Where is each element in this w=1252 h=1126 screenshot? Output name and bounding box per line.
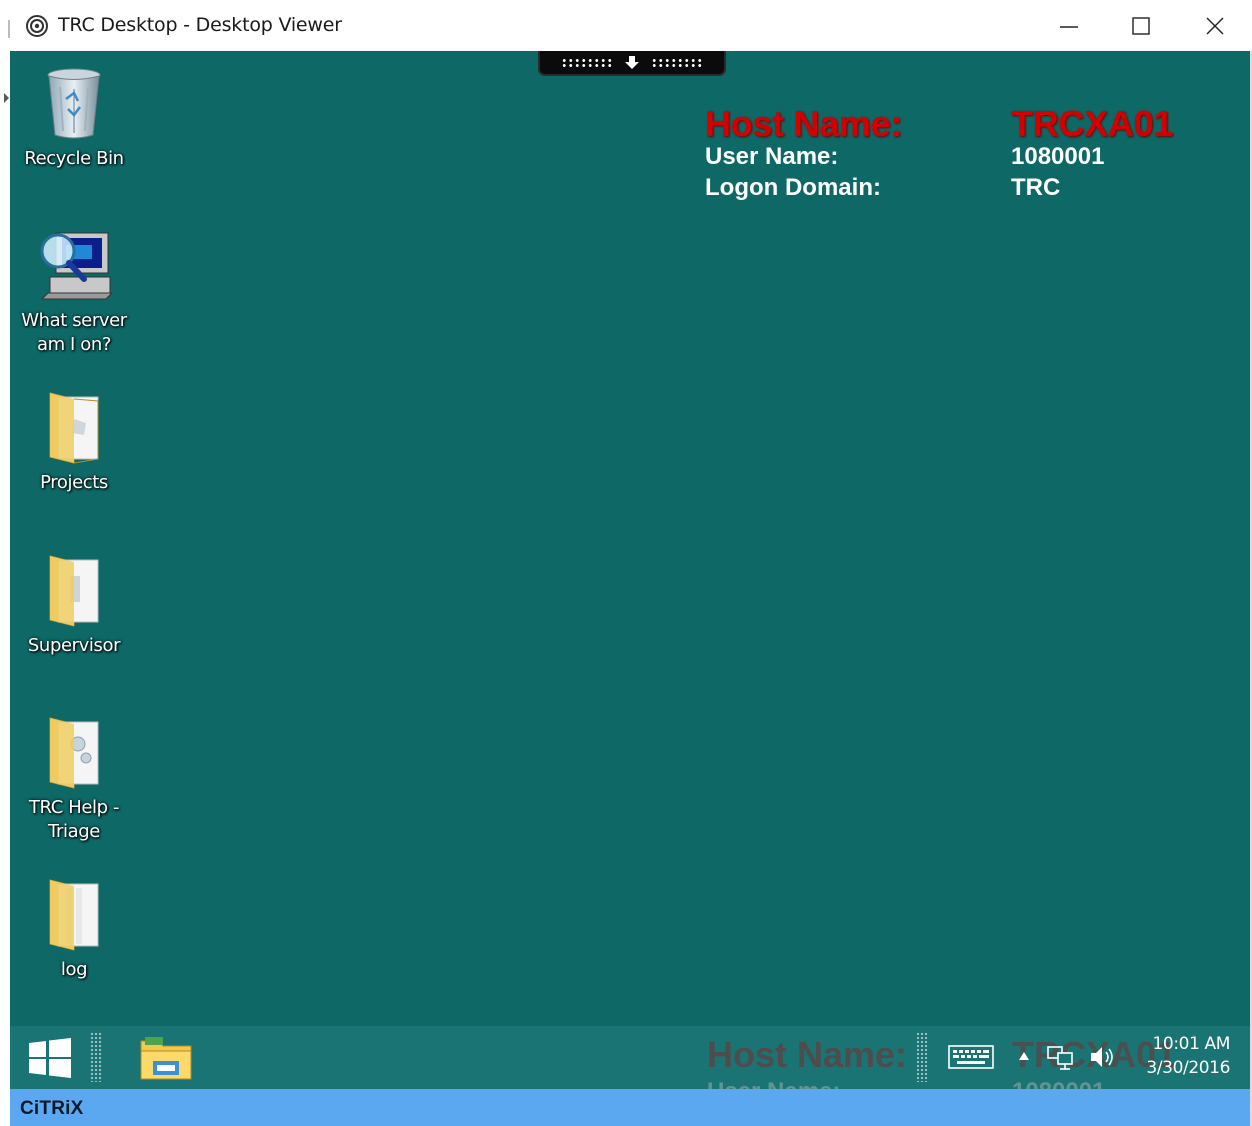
taskbar-file-explorer[interactable]: [130, 1030, 202, 1086]
desktop-icon-label: Recycle Bin: [24, 148, 124, 169]
taskbar[interactable]: Host Name: TRCXA01 User Name: 1080001 10…: [10, 1026, 1250, 1089]
window-edge: [8, 20, 10, 38]
close-button[interactable]: [1186, 0, 1244, 51]
desktop-icon-label: What server am I on?: [21, 310, 127, 355]
host-name-value: TRCXA01: [1011, 103, 1173, 144]
touch-keyboard-button[interactable]: [945, 1042, 997, 1072]
title-bar[interactable]: TRC Desktop - Desktop Viewer: [0, 0, 1252, 51]
user-name-value: 1080001: [1011, 143, 1105, 170]
taskbar-clock[interactable]: 10:01 AM 3/30/2016: [1130, 1032, 1230, 1080]
clock-time: 10:01 AM: [1152, 1034, 1231, 1054]
down-arrow-icon: [625, 55, 639, 69]
logon-domain-label: Logon Domain:: [705, 174, 881, 201]
clock-date: 3/30/2016: [1146, 1058, 1230, 1078]
bginfo-user-row: User Name: 1080001: [705, 143, 1225, 174]
citrix-logo: CiTRiX: [20, 1098, 84, 1119]
desktop-icon-label: TRC Help - Triage: [28, 797, 120, 842]
folder-icon: [34, 385, 114, 465]
chevron-up-icon: [1019, 1052, 1029, 1060]
folder-icon: [34, 872, 114, 952]
file-explorer-icon: [140, 1037, 192, 1080]
window-title: TRC Desktop - Desktop Viewer: [58, 14, 342, 36]
citrix-app-icon: [26, 15, 48, 37]
start-button[interactable]: [10, 1026, 90, 1089]
remote-desktop[interactable]: Recycle Bin What server am I on? Project…: [10, 51, 1250, 1026]
desktop-icon-label: Supervisor: [27, 635, 121, 656]
window-left-border: [0, 51, 10, 1026]
citrix-status-bar: CiTRiX: [10, 1089, 1250, 1126]
taskbar-ghost-user-label: User Name:: [707, 1078, 840, 1089]
minimize-button[interactable]: [1040, 0, 1098, 51]
grip-dots: [561, 57, 613, 68]
computer-magnifier-icon: [34, 223, 114, 303]
bginfo-panel: Host Name: TRCXA01 User Name: 1080001 Lo…: [705, 103, 1225, 205]
folder-icon: [34, 710, 114, 790]
desktop-icon-recycle-bin[interactable]: Recycle Bin: [10, 61, 138, 171]
desktop-icon-label: log: [60, 959, 88, 980]
collapse-arrow-icon: [4, 93, 9, 103]
show-hidden-icons-button[interactable]: [1016, 1046, 1032, 1066]
folder-icon: [34, 548, 114, 628]
keyboard-icon: [948, 1045, 994, 1069]
minimize-icon: [1060, 25, 1078, 28]
desktop-icon-label: Projects: [40, 472, 108, 493]
desktop-icon-what-server[interactable]: What server am I on?: [10, 223, 138, 357]
desktop-icon-projects[interactable]: Projects: [10, 385, 138, 495]
taskbar-grip[interactable]: [90, 1032, 102, 1082]
maximize-button[interactable]: [1112, 0, 1170, 51]
network-icon[interactable]: [1046, 1044, 1076, 1070]
taskbar-ghost-host-label: Host Name:: [707, 1034, 908, 1075]
taskbar-ghost-user-value: 1080001: [1012, 1078, 1105, 1089]
maximize-icon: [1132, 16, 1150, 35]
taskbar-grip[interactable]: [916, 1032, 928, 1082]
volume-icon[interactable]: [1088, 1044, 1116, 1070]
logon-domain-value: TRC: [1011, 174, 1061, 201]
close-icon: [1206, 17, 1224, 34]
grip-dots: [651, 57, 703, 68]
desktop-icon-log[interactable]: log: [10, 872, 138, 982]
windows-start-icon: [29, 1037, 71, 1078]
recycle-bin-icon: [34, 61, 114, 141]
user-name-label: User Name:: [705, 143, 839, 170]
bginfo-domain-row: Logon Domain: TRC: [705, 174, 1225, 205]
bginfo-host-row: Host Name: TRCXA01: [705, 103, 1225, 144]
host-name-label: Host Name:: [705, 103, 903, 144]
citrix-toolbar-handle[interactable]: [538, 51, 726, 76]
desktop-icon-supervisor[interactable]: Supervisor: [10, 548, 138, 658]
window-left-border-bottom: [0, 1026, 10, 1126]
desktop-icon-trc-help-triage[interactable]: TRC Help - Triage: [10, 710, 138, 844]
